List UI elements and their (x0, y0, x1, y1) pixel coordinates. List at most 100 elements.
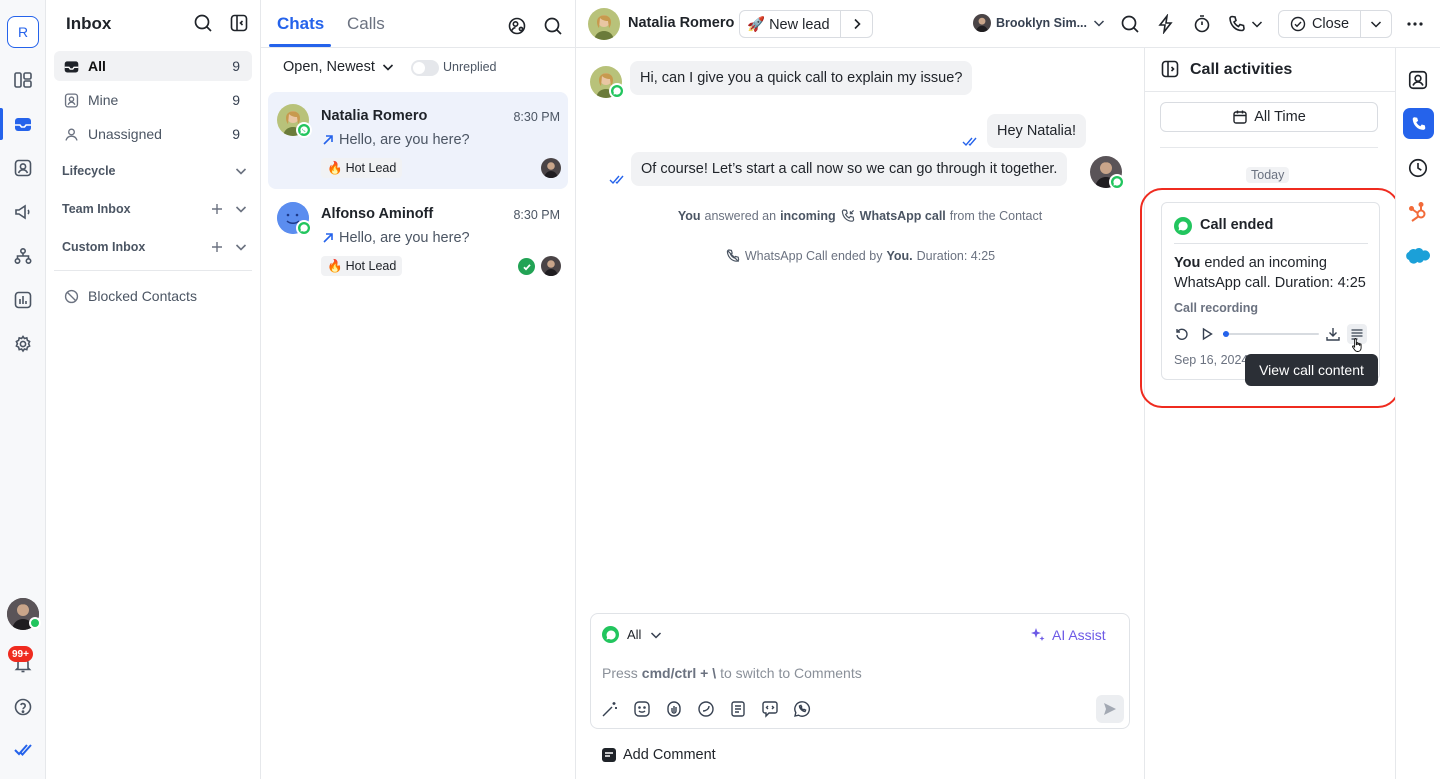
channel-label: All (627, 627, 642, 642)
search-icon[interactable] (543, 16, 563, 36)
panel-toggle-icon[interactable] (1160, 59, 1180, 79)
nav-unassigned[interactable]: Unassigned 9 (54, 119, 252, 149)
magic-wand-icon[interactable] (600, 699, 620, 719)
add-comment-button[interactable]: Add Comment (601, 747, 716, 763)
check-circle-icon (1290, 16, 1306, 32)
comment-icon (601, 747, 617, 763)
search-icon[interactable] (1120, 14, 1140, 34)
contact-details-icon[interactable] (1402, 64, 1434, 96)
whatsapp-icon (602, 626, 619, 643)
nav-all[interactable]: All 9 (54, 51, 252, 81)
add-icon[interactable] (210, 202, 224, 216)
fire-icon: 🔥 (327, 160, 343, 175)
unreplied-toggle[interactable] (411, 60, 439, 76)
contact-name[interactable]: Natalia Romero (628, 15, 734, 31)
contacts-settings-icon[interactable] (507, 16, 527, 36)
template-icon[interactable] (728, 699, 748, 719)
phone-icon (1227, 14, 1247, 34)
collapse-panel-icon[interactable] (229, 13, 249, 33)
nav-mine-count: 9 (232, 92, 240, 108)
hot-lead-tag: 🔥 Hot Lead (321, 158, 403, 178)
sys-ended-prefix: WhatsApp Call ended by (744, 249, 883, 263)
section-team-inbox[interactable]: Team Inbox (62, 202, 248, 216)
sort-filter-dropdown[interactable]: Open, Newest (283, 59, 395, 75)
reports-icon[interactable] (11, 288, 35, 312)
layout-icon[interactable] (11, 68, 35, 92)
incoming-call-icon (840, 208, 856, 224)
settings-icon[interactable] (11, 332, 35, 356)
active-indicator (0, 108, 3, 140)
history-clock-icon[interactable] (1402, 152, 1434, 184)
chat-item[interactable]: Natalia Romero 8:30 PM Hello, are you he… (268, 92, 568, 189)
call-dropdown[interactable] (1227, 14, 1264, 34)
contact-avatar[interactable] (588, 8, 620, 40)
time-filter-button[interactable]: All Time (1160, 102, 1378, 132)
assignee-avatar (541, 256, 561, 276)
chat-list-panel: Chats Calls Open, Newest Unreplied Natal… (261, 0, 576, 779)
divider (1160, 147, 1378, 148)
close-conversation-button[interactable]: Close (1278, 10, 1361, 38)
chat-item[interactable]: Alfonso Aminoff 8:30 PM Hello, are you h… (268, 190, 568, 287)
chat-time: 8:30 PM (513, 208, 560, 222)
highlight-annotation (1140, 188, 1400, 408)
lightning-icon[interactable] (1156, 14, 1176, 34)
broadcast-icon[interactable] (11, 200, 35, 224)
emoji-icon[interactable] (632, 699, 652, 719)
call-activities-tab[interactable] (1403, 108, 1434, 139)
chat-time: 8:30 PM (513, 110, 560, 124)
divider (54, 270, 252, 271)
workflow-icon[interactable] (11, 244, 35, 268)
channel-selector[interactable]: All (602, 626, 663, 643)
composer-input[interactable]: Press cmd/ctrl + \ to switch to Comments (602, 665, 1112, 681)
inbox-icon[interactable] (11, 112, 35, 136)
search-icon[interactable] (193, 13, 213, 33)
panel-title: Call activities (1190, 61, 1293, 78)
nav-blocked-contacts[interactable]: Blocked Contacts (54, 281, 252, 311)
time-filter-label: All Time (1254, 109, 1306, 125)
code-message-icon[interactable] (760, 699, 780, 719)
outgoing-message: Hey Natalia! (987, 114, 1086, 148)
inbox-tray-icon (62, 57, 80, 75)
sys-wa-call: WhatsApp call (859, 209, 946, 223)
contact-name: Alfonso Aminoff (321, 206, 434, 222)
workspace-switcher[interactable]: R (7, 16, 39, 48)
more-icon[interactable] (1405, 14, 1425, 34)
next-stage-button[interactable] (840, 10, 873, 38)
timer-icon[interactable] (1192, 14, 1212, 34)
workspace-initial: R (17, 24, 29, 40)
system-event-call-ended: WhatsApp Call ended by You. Duration: 4:… (576, 248, 1144, 264)
whatsapp-outline-icon[interactable] (792, 699, 812, 719)
close-options-button[interactable] (1360, 10, 1392, 38)
attachment-icon[interactable] (664, 699, 684, 719)
user-outline-icon (62, 125, 80, 143)
brand-logo-icon (11, 738, 35, 762)
ai-assist-label: AI Assist (1052, 627, 1106, 643)
resolved-check-icon (518, 258, 535, 275)
sys-from: from the Contact (949, 209, 1043, 223)
help-icon[interactable] (11, 695, 35, 719)
hint-prefix: Press (602, 665, 638, 681)
chat-preview-text: Hello, are you here? (339, 132, 470, 148)
tag-label: Hot Lead (345, 161, 397, 175)
ai-assist-button[interactable]: AI Assist (1030, 627, 1106, 643)
salesforce-icon[interactable] (1402, 240, 1434, 272)
snippet-icon[interactable] (696, 699, 716, 719)
nav-mine[interactable]: Mine 9 (54, 85, 252, 115)
tab-chats[interactable]: Chats (277, 14, 324, 34)
chevron-down-icon (1369, 17, 1383, 31)
send-button[interactable] (1096, 695, 1124, 723)
assignee-dropdown[interactable]: Brooklyn Sim... (973, 14, 1106, 32)
sort-filter-label: Open, Newest (283, 59, 375, 75)
tab-calls[interactable]: Calls (347, 14, 385, 34)
section-custom-inbox[interactable]: Custom Inbox (62, 240, 248, 254)
assignee-avatar (973, 14, 991, 32)
chat-preview-text: Hello, are you here? (339, 230, 470, 246)
contacts-icon[interactable] (11, 156, 35, 180)
lifecycle-stage-button[interactable]: 🚀 New lead (739, 10, 841, 38)
send-icon (1102, 701, 1118, 717)
hubspot-icon[interactable] (1402, 196, 1434, 228)
add-icon[interactable] (210, 240, 224, 254)
chat-preview: Hello, are you here? (321, 132, 470, 148)
section-lifecycle[interactable]: Lifecycle (62, 164, 248, 178)
message-composer: All AI Assist Press cmd/ctrl + \ to swit… (590, 613, 1130, 729)
